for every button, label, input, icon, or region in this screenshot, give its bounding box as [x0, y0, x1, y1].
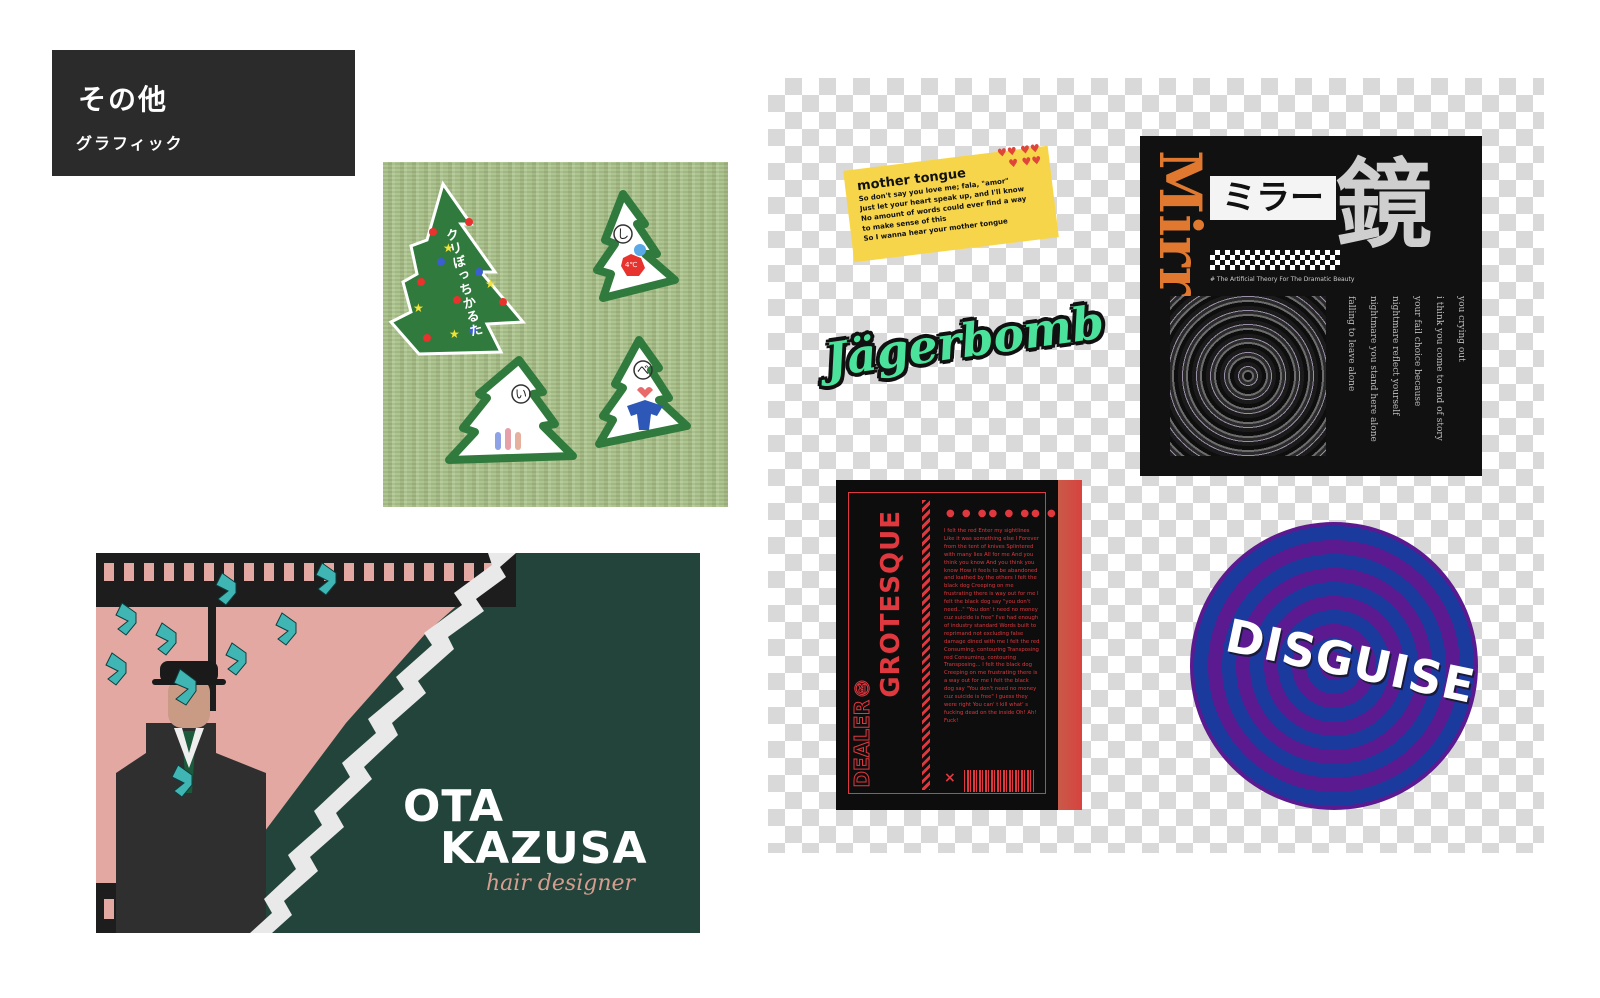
card-name-line2: KAZUSA — [440, 823, 648, 874]
svg-text:★: ★ — [485, 277, 496, 291]
grotesque-mark: × — [944, 770, 956, 786]
karuta-trees: ★★ ★★ — [388, 180, 691, 464]
grotesque-barcode — [964, 770, 1034, 792]
mirror-poster: Mirr ミラー 鏡 # The Artificial Theory For T… — [1140, 136, 1482, 476]
mirror-poem-line-5: nightmare you stand here alone — [1368, 296, 1378, 442]
mirror-swirl-image — [1170, 296, 1326, 456]
grotesque-stripe — [922, 500, 930, 790]
karuta-badge: 4℃ — [625, 261, 638, 269]
karuta-artwork: ★ ★ ★ ★ クリぼっちかるた し 4℃ い べ — [383, 162, 728, 507]
grotesque-title: GROTESQUE — [876, 510, 906, 698]
mirror-poem-line-4: nightmare reflect yourself — [1390, 296, 1400, 416]
svg-text:★: ★ — [413, 301, 424, 315]
grotesque-card: GROTESQUE DEALER® ● ● ●● ● ●● ● I felt t… — [836, 480, 1082, 810]
mother-tongue-sticker: mother tongue So don't say you love me; … — [843, 142, 1059, 263]
mirror-poem-line-3: your fail choice because — [1412, 296, 1422, 407]
mirror-katakana-label: ミラー — [1210, 176, 1336, 220]
mirror-poem-line-6: falling to leave alone — [1346, 296, 1356, 392]
grotesque-body: I felt the red Enter my sightlines Like … — [944, 528, 1040, 724]
section-title: その他 — [78, 83, 169, 116]
karuta-letter-b: い — [515, 387, 528, 401]
grotesque-dots: ● ● ●● ● ●● ● — [946, 508, 1058, 519]
mirror-poem: you crying out i think you come to end o… — [1340, 296, 1472, 466]
sticker-panel: mother tongue So don't say you love me; … — [768, 78, 1544, 853]
mirror-poem-line-1: you crying out — [1456, 296, 1466, 362]
mirror-caption: # The Artificial Theory For The Dramatic… — [1210, 276, 1355, 283]
mirror-kanji: 鏡 — [1336, 148, 1432, 261]
karuta-letter-a: し — [617, 227, 630, 241]
jagerbomb-sticker: Jägerbomb — [821, 294, 1108, 388]
mirror-poem-line-2: i think you come to end of story — [1434, 296, 1444, 441]
card-tagline: hair designer — [486, 871, 636, 896]
grotesque-subtitle: DEALER® — [850, 676, 875, 789]
business-card-artwork: OTA KAZUSA hair designer — [96, 553, 700, 933]
mirror-checker-strip — [1210, 250, 1340, 270]
section-subtitle: グラフィック — [76, 134, 184, 153]
karuta-letter-c: べ — [637, 363, 650, 377]
mirror-latin-text: Mirr — [1146, 150, 1214, 298]
section-header: その他 グラフィック — [52, 50, 355, 176]
svg-text:★: ★ — [449, 327, 460, 341]
